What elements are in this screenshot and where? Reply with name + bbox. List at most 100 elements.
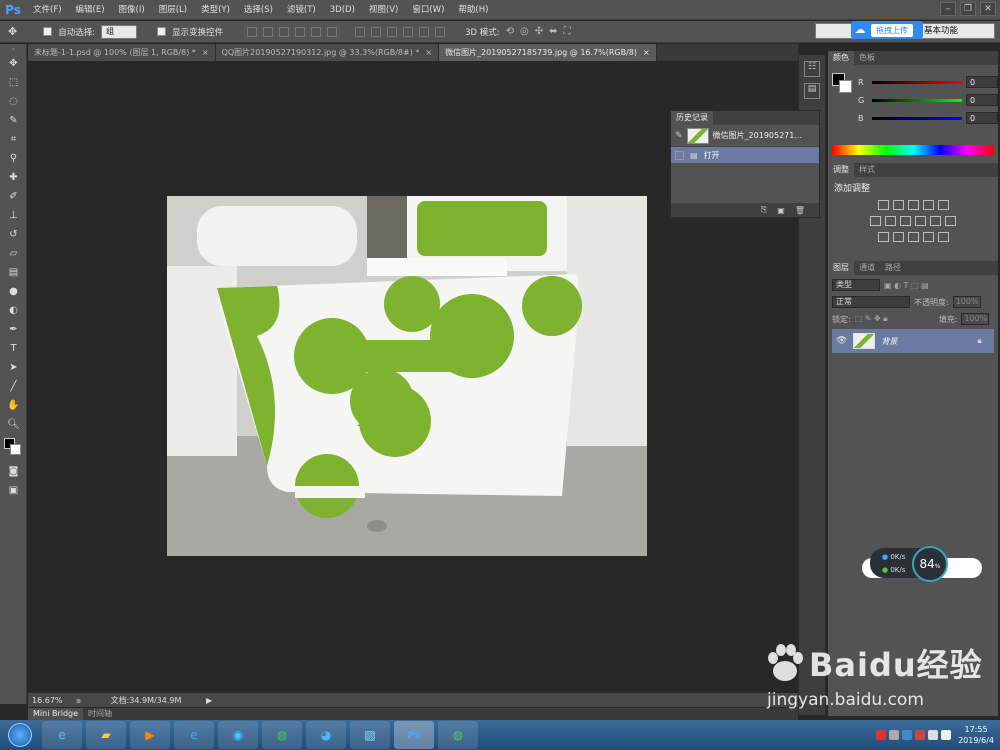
screen-mode-icon[interactable]: ▣ <box>0 481 27 500</box>
dodge-tool-icon[interactable]: ◐ <box>0 301 27 320</box>
blue-value[interactable]: 0 <box>966 112 998 124</box>
distribute-left-icon[interactable] <box>403 26 414 37</box>
auto-select-checkbox[interactable] <box>43 27 53 36</box>
start-button[interactable] <box>0 720 40 750</box>
invert-icon[interactable] <box>877 232 889 242</box>
blue-slider[interactable]: B0 <box>854 109 998 127</box>
tab-swatches[interactable]: 色板 <box>854 51 880 65</box>
channel-mixer-icon[interactable] <box>930 216 941 226</box>
clone-stamp-icon[interactable]: ⊥ <box>0 206 27 225</box>
close-icon[interactable]: × <box>643 44 650 61</box>
folder-icon[interactable]: ▰ <box>86 721 126 749</box>
posterize-icon[interactable] <box>892 232 904 242</box>
qq-icon[interactable]: ◕ <box>306 721 346 749</box>
wechat-icon[interactable]: ◍ <box>262 721 302 749</box>
tray-volume-icon[interactable] <box>941 730 952 740</box>
align-right-icon[interactable] <box>327 26 338 37</box>
3d-slide-icon[interactable]: ⬌ <box>549 26 557 37</box>
menu-edit[interactable]: 编辑(E) <box>69 0 112 20</box>
distribute-right-icon[interactable] <box>435 26 446 37</box>
brightness-icon[interactable] <box>877 200 889 210</box>
opacity-input[interactable]: 100% <box>952 296 981 308</box>
move-tool-icon[interactable]: ✥ <box>8 25 17 38</box>
photoshop-logo[interactable]: Ps <box>0 0 26 20</box>
menu-3d[interactable]: 3D(D) <box>323 0 362 20</box>
new-document-icon[interactable]: ⎘ <box>761 205 767 215</box>
tab-adjustments[interactable]: 调整 <box>828 163 854 177</box>
blend-mode-dropdown[interactable]: 正常 <box>832 296 910 308</box>
close-icon[interactable]: × <box>425 44 432 61</box>
tab-color[interactable]: 颜色 <box>828 51 854 65</box>
3d-pan-icon[interactable]: ✣ <box>535 26 543 37</box>
filter-pixel-icon[interactable]: ▣ ◐ T ⬚ ▤ <box>884 281 929 290</box>
align-hcenter-icon[interactable] <box>311 26 322 37</box>
tab-mini-bridge[interactable]: Mini Bridge <box>28 708 84 720</box>
tab-channels[interactable]: 通道 <box>854 261 880 275</box>
color-lookup-icon[interactable] <box>945 216 956 226</box>
curves-icon[interactable] <box>907 200 919 210</box>
healing-brush-icon[interactable]: ✚ <box>0 168 27 187</box>
3d-rotate-icon[interactable]: ⟲ <box>506 26 514 37</box>
menu-window[interactable]: 窗口(W) <box>405 0 451 20</box>
restore-button[interactable]: ❐ <box>960 2 976 16</box>
align-vcenter-icon[interactable] <box>263 26 274 37</box>
lasso-tool-icon[interactable]: ◌ <box>0 92 27 111</box>
3d-roll-icon[interactable]: ◎ <box>520 26 529 37</box>
tray-keyboard-icon[interactable] <box>889 730 900 740</box>
pen-tool-icon[interactable]: ✒ <box>0 320 27 339</box>
history-state-checkbox[interactable] <box>675 150 684 160</box>
brush-tool-icon[interactable]: ✐ <box>0 187 27 206</box>
vibrance-icon[interactable] <box>937 200 949 210</box>
path-select-icon[interactable]: ➤ <box>0 358 27 377</box>
status-menu-arrow-icon[interactable]: ▶ <box>206 696 212 705</box>
black-white-icon[interactable] <box>900 216 911 226</box>
globe-icon[interactable]: ◍ <box>438 721 478 749</box>
zoom-tool-icon[interactable]: 🔍︎ <box>0 415 27 434</box>
menu-type[interactable]: 类型(Y) <box>194 0 237 20</box>
media-player-icon[interactable]: ▶ <box>130 721 170 749</box>
crop-tool-icon[interactable]: ⌗ <box>0 130 27 149</box>
edge-browser-icon[interactable]: ◉ <box>218 721 258 749</box>
photoshop-taskbar-icon[interactable]: Ps <box>394 721 434 749</box>
menu-layer[interactable]: 图层(L) <box>152 0 194 20</box>
ie-icon[interactable]: e <box>42 721 82 749</box>
color-balance-icon[interactable] <box>885 216 896 226</box>
distribute-hcenter-icon[interactable] <box>419 26 430 37</box>
selective-color-icon[interactable] <box>922 232 934 242</box>
tab-timeline[interactable]: 时间轴 <box>83 708 117 720</box>
distribute-bottom-icon[interactable] <box>387 26 398 37</box>
network-speed-widget[interactable]: ● 0K/s ● 0K/s 84% <box>862 546 996 582</box>
tab-document-3[interactable]: 微信图片_20190527185739.jpg @ 16.7%(RGB/8) × <box>439 44 657 61</box>
quick-select-tool-icon[interactable]: ✎ <box>0 111 27 130</box>
menu-select[interactable]: 选择(S) <box>237 0 280 20</box>
menu-filter[interactable]: 滤镜(T) <box>280 0 323 20</box>
history-panel-icon[interactable]: ☷ <box>804 61 820 77</box>
color-swatches-icon[interactable] <box>0 434 27 462</box>
menu-view[interactable]: 视图(V) <box>362 0 405 20</box>
color-spectrum[interactable] <box>832 145 994 155</box>
document-image[interactable] <box>167 196 647 556</box>
close-icon[interactable]: × <box>202 44 209 61</box>
eyedropper-tool-icon[interactable]: ⚲ <box>0 149 27 168</box>
gradient-map-icon[interactable] <box>937 232 949 242</box>
history-snapshot[interactable]: ✎ 微信图片_201905271... <box>671 125 819 147</box>
move-tool-icon[interactable]: ✥ <box>0 54 27 73</box>
zoom-level[interactable]: 16.67% <box>28 696 76 705</box>
exposure-icon[interactable] <box>922 200 934 210</box>
menu-help[interactable]: 帮助(H) <box>451 0 495 20</box>
distribute-vcenter-icon[interactable] <box>371 26 382 37</box>
toolbar-collapse-icon[interactable]: » <box>0 44 27 54</box>
history-item[interactable]: ▤ 打开 <box>671 147 819 163</box>
auto-select-dropdown[interactable]: 组 <box>101 24 138 39</box>
photo-filter-icon[interactable] <box>915 216 926 226</box>
quick-mask-icon[interactable]: ◙ <box>0 462 27 481</box>
gradient-tool-icon[interactable]: ▤ <box>0 263 27 282</box>
tab-document-2[interactable]: QQ图片20190527190312.jpg @ 33.3%(RGB/8#) *… <box>215 44 440 61</box>
notepad-icon[interactable]: ▧ <box>350 721 390 749</box>
blur-tool-icon[interactable]: ● <box>0 282 27 301</box>
hue-saturation-icon[interactable] <box>870 216 881 226</box>
fill-input[interactable]: 100% <box>961 313 990 325</box>
tab-styles[interactable]: 样式 <box>854 163 880 177</box>
tab-layers[interactable]: 图层 <box>828 261 854 275</box>
tray-app-icon[interactable] <box>876 730 887 740</box>
